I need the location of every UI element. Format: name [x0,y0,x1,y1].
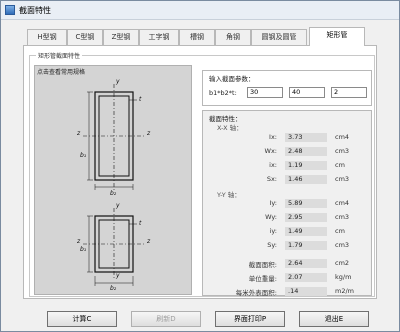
z-axis-label-left-bottom: z [77,238,81,245]
input-params-title: 输入截面参数： [209,75,255,83]
prop-value-sx: 1.46 [285,175,327,184]
y-axis-label-bottom: y [116,202,120,209]
prop-unit-wy: cm3 [335,213,350,221]
prop-name-weight: 单位重量: [248,275,277,283]
prop-name-wx: Wx: [264,147,277,155]
prop-value-ix: 3.73 [285,133,327,142]
group-title: 矩形管截面特性 [36,51,83,60]
prop-name-surface: 每米外表面积: [235,289,277,297]
b1-input[interactable]: 30 [247,87,283,98]
section-diagram[interactable]: 点击查看常用规格 y z z b₁ b₂ t y z z b₁ b₂ t y [34,65,192,295]
tab-panel: 矩形管截面特性 点击查看常用规格 y z z b₁ b₂ t y z z b₁ … [23,45,377,299]
tab-h-steel[interactable]: H型钢 [27,29,67,45]
b1-label-bottom: b₁ [80,246,87,253]
input-params-box: 输入截面参数： b1*b2*t: 30 40 2 [202,70,372,106]
rect-tube-group: 矩形管截面特性 点击查看常用规格 y z z b₁ b₂ t y z z b₁ … [29,51,375,297]
tab-c-steel[interactable]: C型钢 [67,29,103,45]
tab-angle[interactable]: 角钢 [215,29,251,45]
prop-value-iy: 5.89 [285,199,327,208]
prop-value-weight: 2.07 [285,273,327,282]
z-axis-label-right-bottom: z [147,238,151,245]
b2-label-bottom: b₂ [110,285,117,292]
tab-channel[interactable]: 槽钢 [179,29,215,45]
dialog-window: 截面特性 H型钢 C型钢 Z型钢 工字钢 槽钢 角钢 圆钢及圆管 矩形管 矩形管… [0,0,400,332]
prop-value-area: 2.64 [285,259,327,268]
prop-unit-weight: kg/m [335,273,352,281]
prop-unit-ry: cm [335,227,345,235]
prop-value-ry: 1.49 [285,227,327,236]
prop-name-iy: Iy: [269,199,277,207]
print-screen-button[interactable]: 界面打印P [215,311,285,327]
title-bar: 截面特性 [1,1,399,20]
tab-rect-tube[interactable]: 矩形管 [309,27,365,46]
exit-button[interactable]: 退出E [299,311,369,327]
refresh-button[interactable]: 刷新D [131,311,201,327]
b1-label-top: b₁ [80,152,87,159]
prop-unit-rx: cm [335,161,345,169]
b2-label-top: b₂ [110,190,117,197]
t-label-bottom: t [139,220,142,227]
t-label-top: t [139,96,142,103]
prop-unit-sy: cm3 [335,241,350,249]
section-properties-box: 截面特性： X-X 轴： Ix: 3.73 cm4 Wx: 2.48 cm3 i… [202,110,372,297]
prop-unit-iy: cm4 [335,199,350,207]
prop-unit-sx: cm3 [335,175,350,183]
prop-value-surface: .14 [285,287,327,296]
yy-axis-label: Y-Y 轴： [217,191,241,199]
prop-name-ix: Ix: [269,133,277,141]
t-input[interactable]: 2 [331,87,367,98]
tab-round[interactable]: 圆钢及圆管 [251,29,307,45]
y-axis-label-bottom-end: y [116,272,120,279]
prop-name-sy: Sy: [267,241,277,249]
app-icon [5,5,15,15]
section-drawing [83,84,145,286]
z-axis-label-left-top: z [77,130,81,137]
window-title: 截面特性 [19,6,51,15]
prop-value-rx: 1.19 [285,161,327,170]
xx-axis-label: X-X 轴： [217,124,243,132]
prop-unit-ix: cm4 [335,133,350,141]
section-type-tabs: H型钢 C型钢 Z型钢 工字钢 槽钢 角钢 圆钢及圆管 矩形管 [27,27,371,46]
prop-name-ry: iy: [269,227,277,235]
calculate-button[interactable]: 计算C [47,311,117,327]
z-axis-label-right-top: z [147,130,151,137]
prop-name-area: 截面面积: [248,261,277,269]
y-axis-label-top: y [116,78,120,85]
prop-value-wy: 2.95 [285,213,327,222]
tab-i-beam[interactable]: 工字钢 [139,29,179,45]
prop-unit-surface: m2/m [335,287,354,295]
prop-value-sy: 1.79 [285,241,327,250]
tab-z-steel[interactable]: Z型钢 [103,29,139,45]
prop-name-wy: Wy: [265,213,277,221]
params-label: b1*b2*t: [209,89,237,97]
prop-name-rx: ix: [269,161,277,169]
prop-value-wx: 2.48 [285,147,327,156]
prop-unit-area: cm2 [335,259,350,267]
prop-unit-wx: cm3 [335,147,350,155]
b2-input[interactable]: 40 [289,87,325,98]
prop-name-sx: Sx: [266,175,277,183]
